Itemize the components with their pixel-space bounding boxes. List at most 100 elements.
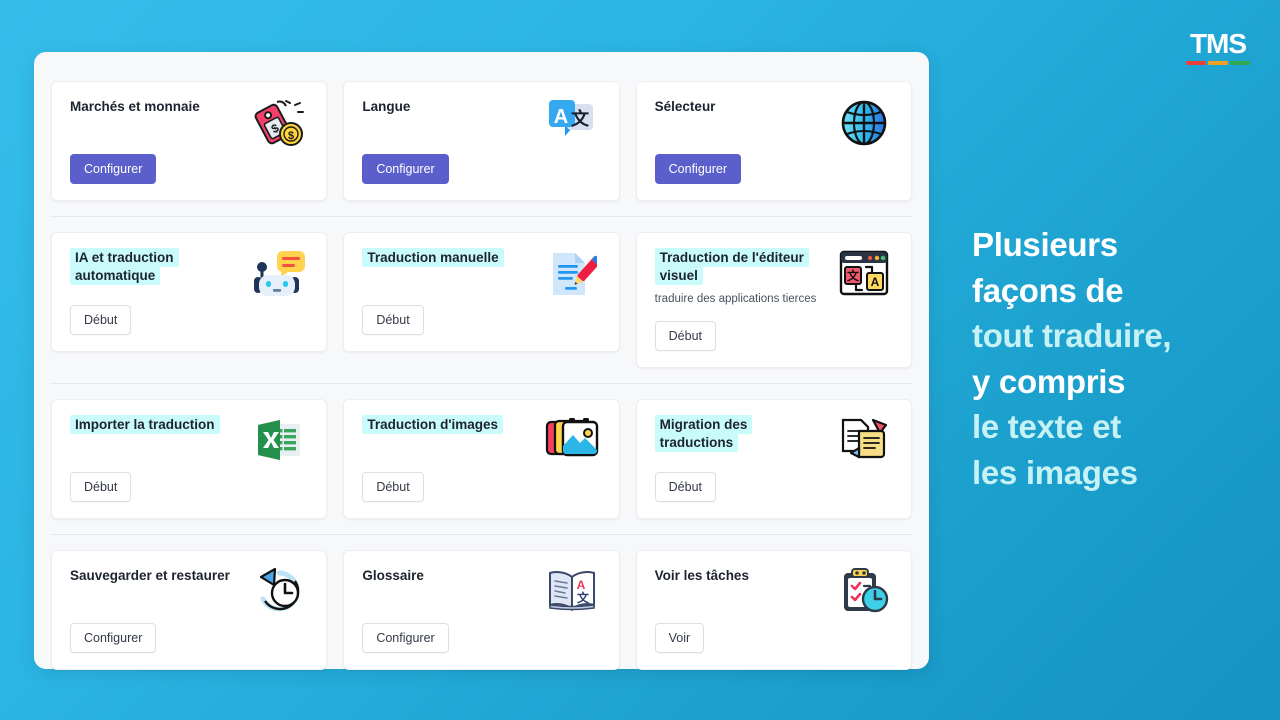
card-header: Importer la traduction (70, 415, 308, 468)
card-grid: IA et traduction automatique Début Traduc… (50, 217, 913, 383)
feature-card[interactable]: Sélecteur Configurer (635, 81, 912, 201)
logo-bar-red (1186, 61, 1206, 65)
logo-color-bars (1186, 61, 1250, 65)
backup-restore-clock-icon (260, 567, 300, 612)
card-section-translate-methods: IA et traduction automatique Début Traduc… (50, 216, 913, 383)
card-action-button[interactable]: Début (70, 472, 132, 502)
feature-card[interactable]: Migration des traductions Début (635, 399, 912, 519)
card-action-button[interactable]: Début (70, 305, 132, 335)
card-header: Traduction d'images (362, 415, 600, 468)
card-title-group: Migration des traductions (654, 415, 827, 453)
documents-migration-icon (841, 418, 888, 459)
card-title-group: Marchés et monnaie (70, 98, 242, 116)
card-action-button[interactable]: Début (362, 305, 424, 335)
feature-card[interactable]: Marchés et monnaie $ $ Configurer (51, 81, 328, 201)
globe-icon (841, 100, 887, 146)
logo-bar-orange (1208, 61, 1228, 65)
card-title-group: Importer la traduction (70, 415, 242, 434)
feature-card[interactable]: Importer la traduction Début (51, 399, 328, 519)
card-action-button[interactable]: Début (362, 472, 424, 502)
feature-card[interactable]: Traduction de l'éditeur visuel traduire d… (635, 232, 912, 368)
feature-card[interactable]: Sauvegarder et restaurer Configurer (51, 550, 328, 670)
card-header: Sauvegarder et restaurer (70, 567, 308, 619)
feature-card[interactable]: Glossaire A 文 Configurer (343, 550, 620, 670)
card-action-button[interactable]: Configurer (70, 623, 157, 653)
excel-spreadsheet-icon (250, 416, 308, 468)
svg-text:文: 文 (847, 268, 860, 283)
card-header: Langue A 文 (362, 98, 600, 150)
feature-card[interactable]: Voir les tâches Voir (635, 550, 912, 670)
card-title: Glossaire (362, 568, 424, 583)
open-book-icon: A 文 (548, 571, 595, 612)
headline-line: Plusieurs (972, 226, 1118, 263)
card-title-group: Langue (362, 98, 534, 116)
svg-text:文: 文 (577, 590, 590, 605)
images-stack-icon (545, 418, 598, 457)
card-header: Traduction manuelle (362, 248, 600, 301)
feature-card[interactable]: Langue A 文 Configurer (343, 81, 620, 201)
visual-editor-window-icon: 文 A (839, 250, 889, 296)
card-header: IA et traduction automatique (70, 248, 308, 301)
card-header: Sélecteur (655, 98, 893, 150)
card-title-group: Traduction d'images (362, 415, 534, 434)
logo-wordmark: TMS (1189, 28, 1247, 59)
language-translate-icon: A 文 (548, 100, 593, 136)
tms-logo: TMS (1186, 30, 1250, 65)
svg-text:A: A (553, 106, 567, 128)
svg-text:A: A (576, 578, 585, 592)
card-action-button[interactable]: Voir (654, 623, 705, 653)
card-grid: Sauvegarder et restaurer Configurer Gloss… (50, 535, 913, 685)
card-action-button[interactable]: Début (654, 472, 717, 502)
headline-line: tout traduire, (972, 317, 1172, 355)
card-section-import-migrate: Importer la traduction Début Traduction d… (50, 383, 913, 534)
documents-migration-icon (835, 416, 893, 468)
card-title-group: IA et traduction automatique (70, 248, 242, 286)
card-action-button[interactable]: Début (654, 321, 717, 351)
card-header: Voir les tâches (655, 567, 893, 619)
svg-text:$: $ (288, 130, 294, 142)
card-header: Glossaire A 文 (362, 567, 600, 619)
card-title: Marchés et monnaie (70, 99, 200, 114)
visual-editor-window-icon: 文 A (835, 249, 893, 301)
card-title-group: Voir les tâches (655, 567, 827, 585)
logo-bar-green (1230, 61, 1250, 65)
card-title-group: Sauvegarder et restaurer (70, 567, 242, 585)
robot-chat-icon (250, 249, 308, 301)
svg-text:A: A (871, 275, 880, 289)
card-header: Migration des traductions (654, 415, 893, 468)
card-title: Langue (362, 99, 411, 114)
feature-card[interactable]: Traduction manuelle Début (343, 232, 620, 352)
card-action-button[interactable]: Configurer (654, 154, 742, 184)
card-action-button[interactable]: Configurer (362, 623, 449, 653)
card-action-button[interactable]: Configurer (362, 154, 449, 184)
svg-text:文: 文 (571, 108, 590, 130)
card-title: Voir les tâches (654, 568, 749, 583)
marketing-headline: Plusieurs façons de tout traduire, y compri… (972, 222, 1262, 495)
feature-card[interactable]: Traduction d'images Début (343, 399, 620, 519)
card-title: Traduction manuelle (362, 248, 504, 267)
card-title: Importer la traduction (70, 415, 220, 434)
card-title: Traduction d'images (362, 415, 504, 434)
card-section-tools: Sauvegarder et restaurer Configurer Gloss… (50, 534, 913, 685)
card-grid: Marchés et monnaie $ $ Configurer Langue … (50, 66, 913, 216)
open-book-icon: A 文 (543, 567, 601, 619)
card-title-group: Sélecteur (655, 98, 827, 116)
card-title: IA et traduction automatique (70, 248, 179, 286)
card-title: Traduction de l'éditeur visuel (654, 248, 809, 286)
robot-chat-icon (254, 251, 306, 296)
card-grid: Importer la traduction Début Traduction d… (50, 384, 913, 534)
card-subtitle: traduire des applications tierces (654, 293, 817, 306)
document-pencil-icon (552, 253, 597, 295)
globe-icon (835, 98, 893, 150)
dashboard-panel: Marchés et monnaie $ $ Configurer Langue … (34, 52, 929, 670)
card-title-group: Traduction de l'éditeur visuel traduire d… (654, 248, 827, 307)
headline-line: les images (972, 453, 1138, 491)
card-title-group: Traduction manuelle (362, 248, 534, 267)
excel-spreadsheet-icon (258, 420, 301, 460)
card-title: Migration des traductions (654, 415, 753, 453)
card-header: Traduction de l'éditeur visuel traduire d… (654, 248, 893, 307)
price-tag-coin-icon: $ $ (254, 100, 305, 146)
card-action-button[interactable]: Configurer (70, 154, 157, 184)
feature-card[interactable]: IA et traduction automatique Début (51, 232, 328, 352)
headline-line: le texte et (972, 408, 1121, 446)
